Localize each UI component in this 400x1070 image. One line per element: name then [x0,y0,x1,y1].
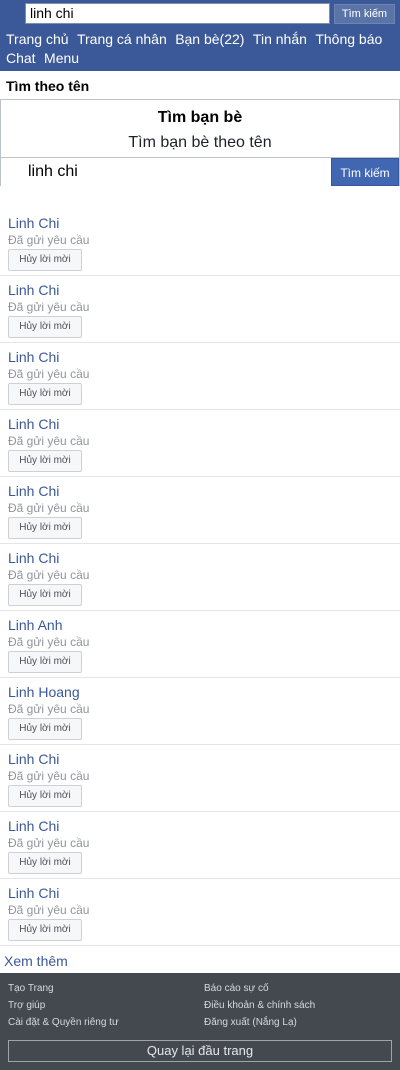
result-name[interactable]: Linh Chi [8,483,59,499]
cancel-request-button[interactable]: Hủy lời mời [8,517,82,539]
result-name[interactable]: Linh Anh [8,617,63,633]
result-status: Đã gửi yêu cầu [8,635,90,649]
footer-link-help[interactable]: Trợ giúp [8,1000,45,1011]
cancel-request-button[interactable]: Hủy lời mời [8,852,82,874]
header-search-button[interactable]: Tìm kiếm [334,4,395,24]
main-nav: Trang chủ Trang cá nhân Bạn bè(22) Tin n… [6,30,394,68]
footer-link-logout[interactable]: Đăng xuất (Nắng Lạ) [204,1017,297,1028]
result-name[interactable]: Linh Chi [8,215,59,231]
list-item: Linh Chi Đã gửi yêu cầu Hủy lời mời [0,879,400,946]
result-status: Đã gửi yêu cầu [8,568,90,582]
list-item: Linh Chi Đã gửi yêu cầu Hủy lời mời [0,477,400,544]
result-status: Đã gửi yêu cầu [8,836,90,850]
header-search: linh chi Tìm kiếm [25,3,397,25]
cancel-request-button[interactable]: Hủy lời mời [8,651,82,673]
result-name[interactable]: Linh Chi [8,282,59,298]
see-more-link[interactable]: Xem thêm [4,953,68,969]
find-search-input[interactable]: linh chi [1,158,331,186]
footer-link-report-problem[interactable]: Báo cáo sự cố [204,983,269,994]
find-friends-subtitle: Tìm bạn bè theo tên [128,134,272,151]
cancel-request-button[interactable]: Hủy lời mời [8,584,82,606]
footer-link-terms[interactable]: Điều khoản & chính sách [204,1000,315,1011]
footer: Tạo Trang Báo cáo sự cố Trợ giúp Điều kh… [0,973,400,1070]
cancel-request-button[interactable]: Hủy lời mời [8,249,82,271]
result-name[interactable]: Linh Chi [8,751,59,767]
nav-chat[interactable]: Chat [6,49,36,67]
result-name[interactable]: Linh Chi [8,818,59,834]
cancel-request-button[interactable]: Hủy lời mời [8,316,82,338]
header-search-input[interactable]: linh chi [25,3,330,24]
cancel-request-button[interactable]: Hủy lời mời [8,785,82,807]
list-item: Linh Chi Đã gửi yêu cầu Hủy lời mời [0,745,400,812]
result-status: Đã gửi yêu cầu [8,903,90,917]
result-status: Đã gửi yêu cầu [8,367,90,381]
list-item: Linh Chi Đã gửi yêu cầu Hủy lời mời [0,812,400,879]
result-status: Đã gửi yêu cầu [8,769,90,783]
cancel-request-button[interactable]: Hủy lời mời [8,383,82,405]
section-title: Tìm theo tên [6,78,90,94]
result-status: Đã gửi yêu cầu [8,300,90,314]
top-bar: linh chi Tìm kiếm Trang chủ Trang cá nhâ… [0,0,400,71]
list-item: Linh Chi Đã gửi yêu cầu Hủy lời mời [0,544,400,611]
result-status: Đã gửi yêu cầu [8,702,90,716]
nav-profile[interactable]: Trang cá nhân [77,30,167,48]
footer-link-settings[interactable]: Cài đặt & Quyền riêng tư [8,1017,119,1028]
cancel-request-button[interactable]: Hủy lời mời [8,919,82,941]
result-name[interactable]: Linh Chi [8,416,59,432]
result-status: Đã gửi yêu cầu [8,434,90,448]
result-status: Đã gửi yêu cầu [8,233,90,247]
find-search-row: linh chi Tìm kiếm [1,157,399,186]
list-item: Linh Anh Đã gửi yêu cầu Hủy lời mời [0,611,400,678]
list-item: Linh Chi Đã gửi yêu cầu Hủy lời mời [0,343,400,410]
cancel-request-button[interactable]: Hủy lời mời [8,718,82,740]
find-friends-title: Tìm bạn bè [157,109,243,126]
nav-notifications[interactable]: Thông báo [315,30,382,48]
find-search-button[interactable]: Tìm kiếm [331,158,399,186]
result-status: Đã gửi yêu cầu [8,501,90,515]
cancel-request-button[interactable]: Hủy lời mời [8,450,82,472]
results-list: Linh Chi Đã gửi yêu cầu Hủy lời mời Linh Ch… [0,209,400,946]
result-name[interactable]: Linh Hoang [8,684,80,700]
list-item: Linh Chi Đã gửi yêu cầu Hủy lời mời [0,410,400,477]
list-item: Linh Chi Đã gửi yêu cầu Hủy lời mời [0,209,400,276]
result-name[interactable]: Linh Chi [8,550,59,566]
result-name[interactable]: Linh Chi [8,885,59,901]
nav-messages[interactable]: Tin nhắn [253,30,307,48]
find-friends-box: Tìm bạn bè Tìm bạn bè theo tên linh chi … [0,99,400,186]
result-name[interactable]: Linh Chi [8,349,59,365]
nav-menu[interactable]: Menu [44,49,79,67]
nav-friends[interactable]: Bạn bè(22) [175,30,244,48]
list-item: Linh Chi Đã gửi yêu cầu Hủy lời mời [0,276,400,343]
footer-link-create-page[interactable]: Tạo Trang [8,983,54,994]
nav-home[interactable]: Trang chủ [6,30,69,48]
back-to-top-button[interactable]: Quay lại đầu trang [8,1040,392,1062]
list-item: Linh Hoang Đã gửi yêu cầu Hủy lời mời [0,678,400,745]
